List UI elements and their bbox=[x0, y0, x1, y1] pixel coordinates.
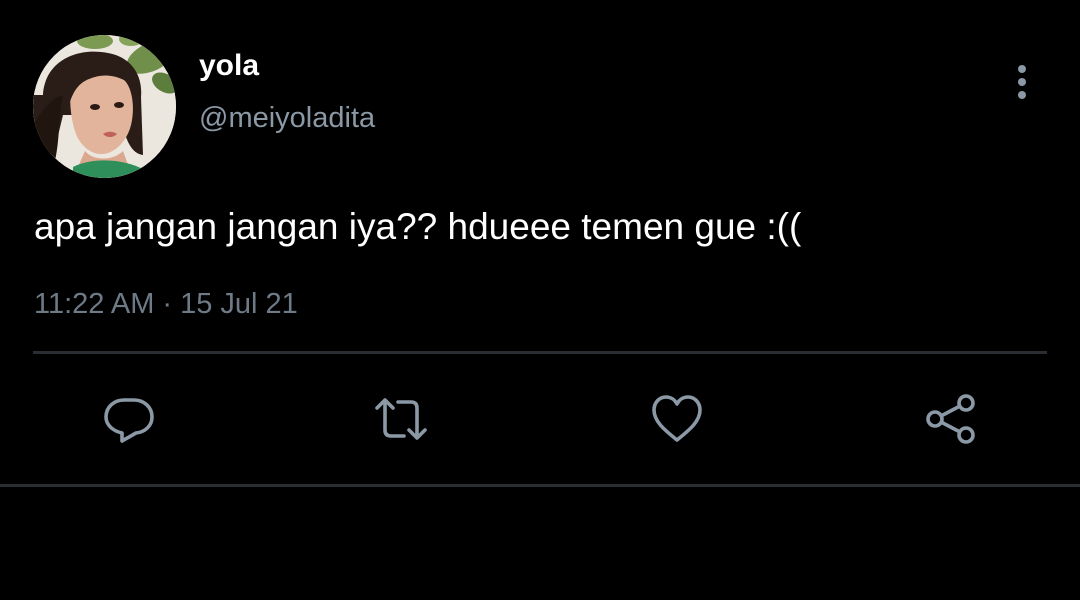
divider bbox=[33, 351, 1047, 354]
retweet-button[interactable] bbox=[374, 392, 428, 446]
avatar-image bbox=[33, 35, 176, 178]
reply-icon bbox=[104, 398, 154, 443]
more-vertical-icon bbox=[1018, 65, 1026, 99]
reply-button[interactable] bbox=[102, 392, 156, 446]
display-name[interactable]: yola bbox=[199, 48, 259, 84]
share-icon bbox=[926, 394, 975, 444]
like-icon bbox=[652, 395, 702, 442]
more-options-button[interactable] bbox=[1005, 62, 1039, 102]
tweet-time: 11:22 AM bbox=[34, 288, 155, 320]
tweet-text: apa jangan jangan iya?? hdueee temen gue… bbox=[34, 206, 802, 247]
share-button[interactable] bbox=[924, 392, 978, 446]
tweet-date: 15 Jul 21 bbox=[180, 288, 298, 320]
avatar[interactable] bbox=[33, 35, 176, 178]
retweet-icon bbox=[375, 398, 427, 440]
user-handle[interactable]: @meiyoladita bbox=[199, 100, 375, 136]
like-button[interactable] bbox=[650, 392, 704, 446]
tweet-detail: yola @meiyoladita apa jangan jangan iya?… bbox=[0, 0, 1080, 600]
meta-separator: · bbox=[162, 288, 173, 320]
divider bbox=[0, 484, 1080, 487]
tweet-timestamp: 11:22 AM · 15 Jul 21 bbox=[34, 285, 298, 323]
